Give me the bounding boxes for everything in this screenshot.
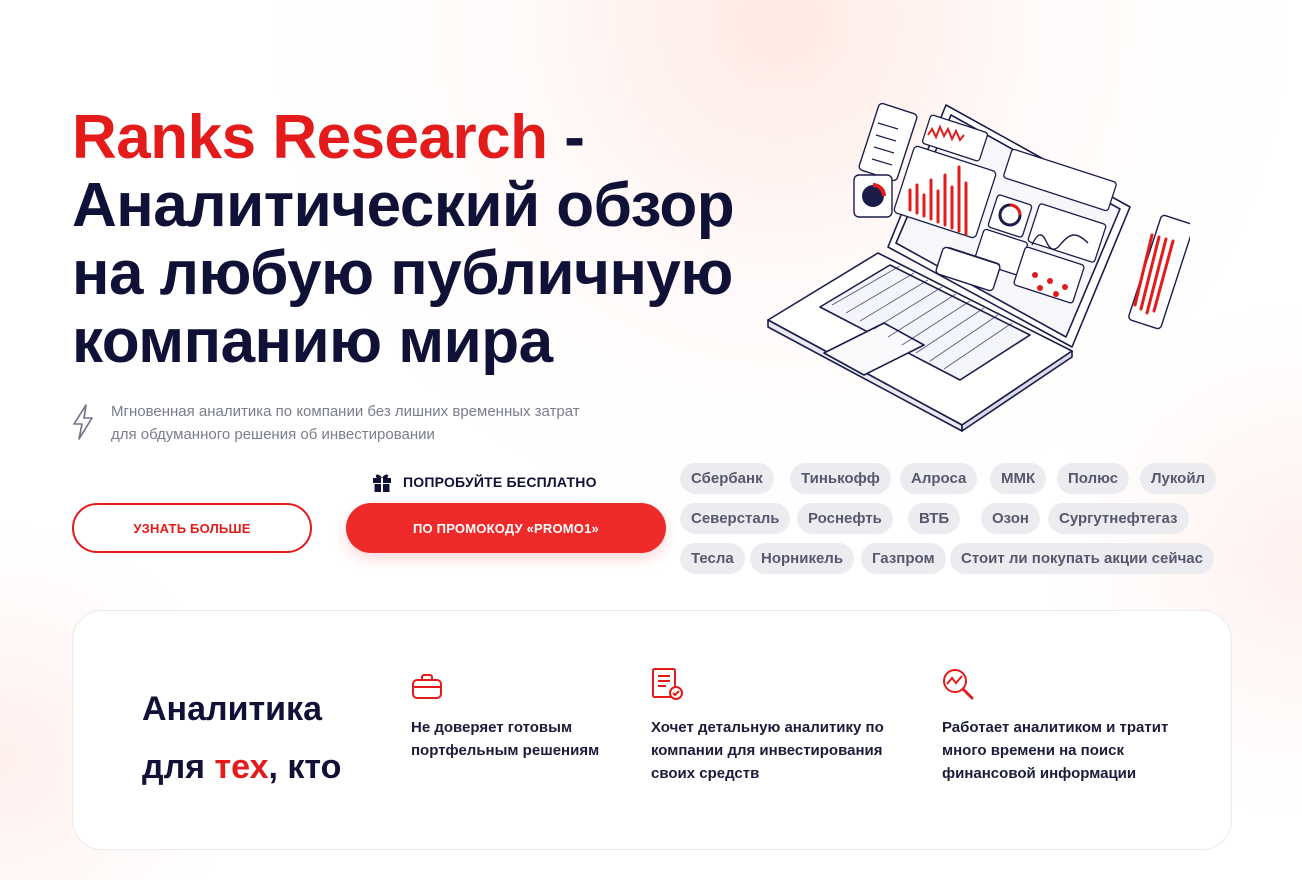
- hero-title-line-2: Аналитический обзор: [72, 171, 735, 240]
- hero-title-line-4: компанию мира: [72, 307, 553, 376]
- tag-lukoil[interactable]: Лукойл: [1140, 463, 1217, 494]
- learn-more-button[interactable]: УЗНАТЬ БОЛЬШЕ: [72, 503, 312, 553]
- feature-text-1: Не доверяет готовым портфельным решениям: [411, 719, 600, 759]
- tag-tinkoff[interactable]: Тинькофф: [790, 463, 891, 494]
- briefcase-icon: [412, 674, 442, 699]
- tag-mmk[interactable]: ММК: [990, 463, 1047, 494]
- tag-severstal[interactable]: Северсталь: [680, 503, 791, 534]
- feature-text-3: Работает аналитиком и тратит много време…: [942, 719, 1169, 782]
- try-free-label: ПОПРОБУЙТЕ БЕСПЛАТНО: [371, 470, 597, 494]
- hero-title-line-3: на любую публичную: [72, 239, 733, 308]
- hero-subtitle: Мгновенная аналитика по компании без лиш…: [111, 403, 580, 443]
- tag-gazprom[interactable]: Газпром: [861, 543, 946, 574]
- tag-ozon[interactable]: Озон: [981, 503, 1040, 534]
- tag-surgutneftegaz[interactable]: Сургутнефтегаз: [1048, 503, 1189, 534]
- tag-alrosa[interactable]: Алроса: [900, 463, 978, 494]
- lightning-icon: [73, 404, 93, 440]
- brand-name: Ranks Research: [72, 103, 548, 172]
- chart-magnifier-icon: [943, 669, 974, 700]
- audience-title: Аналитика для тех, кто: [142, 690, 342, 786]
- tag-rosneft[interactable]: Роснефть: [797, 503, 893, 534]
- promo-code-button[interactable]: ПО ПРОМОКОДУ «PROMO1»: [346, 503, 666, 553]
- feature-text-2: Хочет детальную аналитику по компании дл…: [651, 719, 884, 782]
- tag-vtb[interactable]: ВТБ: [908, 503, 961, 534]
- tag-sberbank[interactable]: Сбербанк: [680, 463, 774, 494]
- tag-tesla[interactable]: Тесла: [680, 543, 745, 574]
- hero-title: Ranks Research - Аналитический обзор на …: [72, 104, 772, 376]
- hero-title-line-1: Ranks Research -: [72, 103, 585, 172]
- tag-should-buy-stocks[interactable]: Стоит ли покупать акции сейчас: [950, 543, 1214, 574]
- gift-icon: [373, 474, 391, 492]
- tag-polyus[interactable]: Полюс: [1057, 463, 1130, 494]
- report-check-icon: [652, 668, 683, 700]
- laptop-illustration: [767, 102, 1190, 432]
- tag-nornickel[interactable]: Норникель: [750, 543, 855, 574]
